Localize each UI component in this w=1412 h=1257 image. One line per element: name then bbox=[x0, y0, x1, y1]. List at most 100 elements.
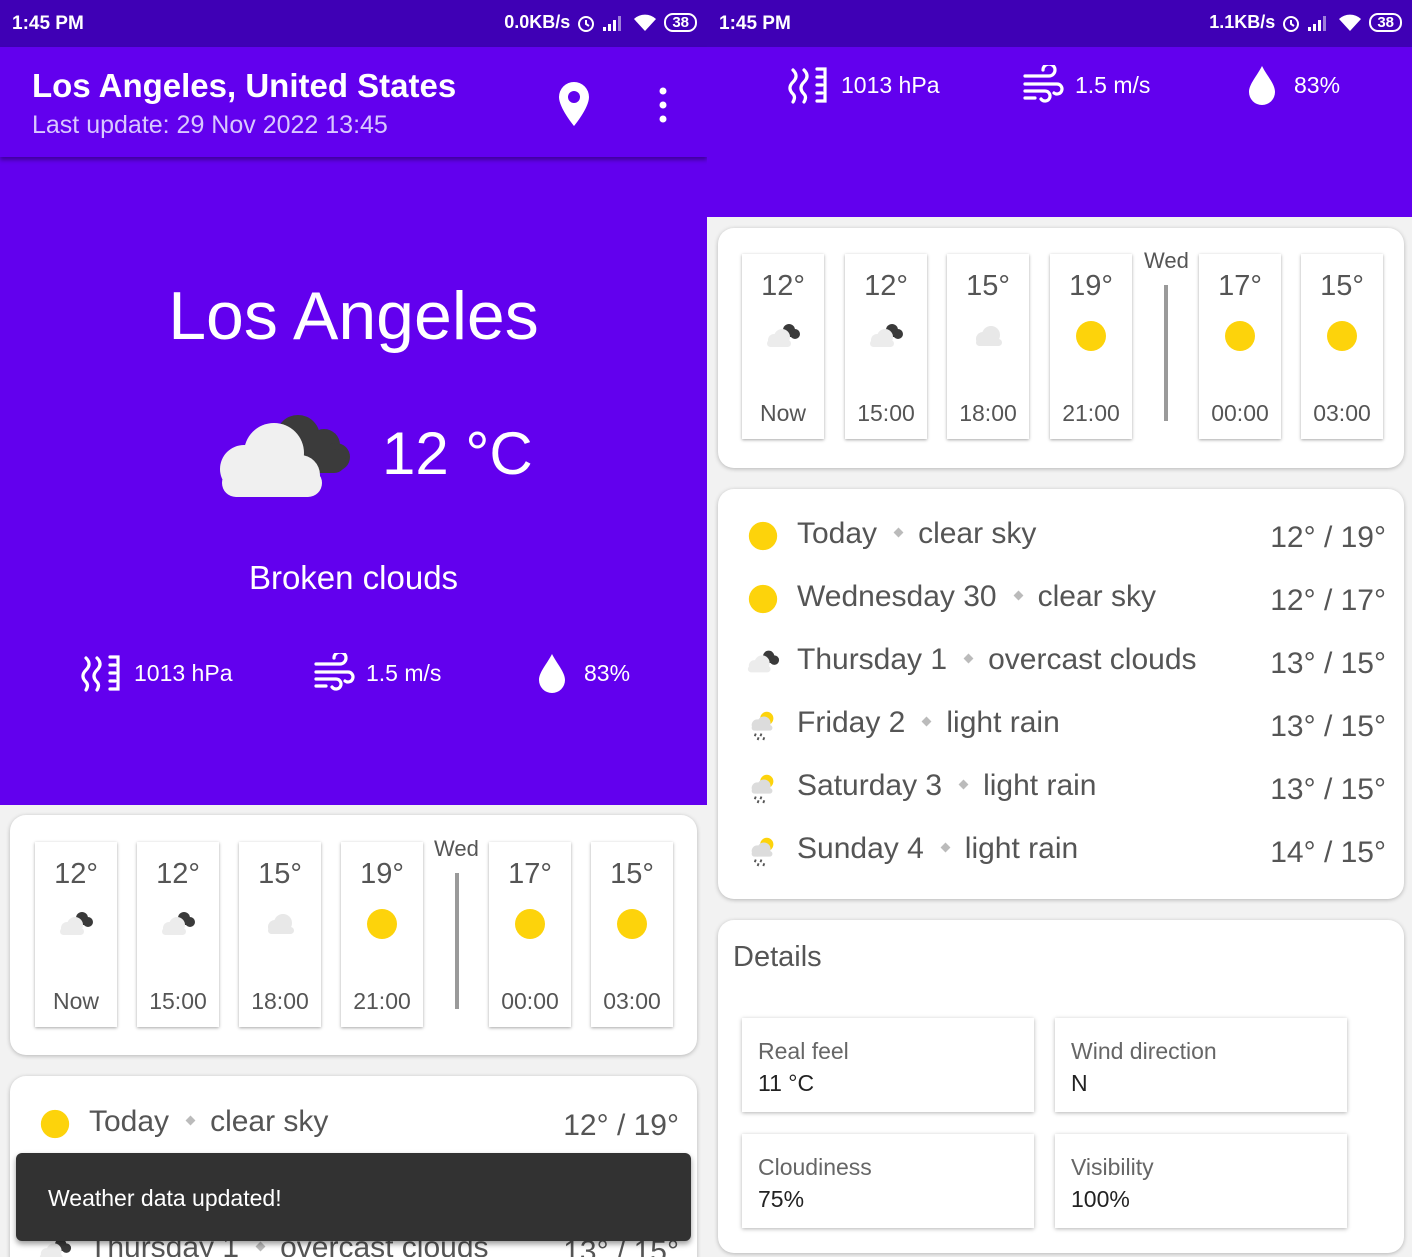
detail-label: Real feel bbox=[758, 1038, 849, 1064]
broken-clouds-icon bbox=[158, 906, 198, 942]
signal-icon bbox=[1308, 15, 1327, 31]
separator-dot bbox=[255, 1241, 266, 1252]
pressure-value: 1013 hPa bbox=[134, 659, 233, 686]
hourly-item[interactable]: 19° 21:00 bbox=[1050, 254, 1132, 439]
cloud-icon bbox=[260, 906, 300, 942]
hourly-temp: 12° bbox=[761, 270, 805, 302]
humidity-drop-icon bbox=[1240, 65, 1284, 105]
temperature-range: 13° / 15° bbox=[1270, 773, 1386, 806]
detail-value: 100% bbox=[1071, 1186, 1130, 1212]
hourly-item[interactable]: 19° 21:00 bbox=[341, 842, 423, 1027]
hourly-time: 15:00 bbox=[149, 988, 207, 1014]
day-description: clear sky bbox=[918, 517, 1037, 550]
hourly-item[interactable]: 17° 00:00 bbox=[1199, 254, 1281, 439]
hourly-temp: 12° bbox=[156, 858, 200, 890]
network-speed: 0.0KB/s bbox=[504, 12, 571, 32]
hourly-item[interactable]: 17° 00:00 bbox=[489, 842, 571, 1027]
hourly-item[interactable]: 12° Now bbox=[35, 842, 117, 1027]
light-rain-icon bbox=[744, 708, 782, 742]
current-temperature: 12 °C bbox=[382, 420, 533, 487]
wind-value: 1.5 m/s bbox=[1075, 71, 1151, 98]
separator-dot bbox=[893, 527, 904, 538]
detail-label: Wind direction bbox=[1071, 1038, 1217, 1064]
separator-dot bbox=[185, 1115, 196, 1126]
daily-row[interactable]: Wednesday 30 clear sky 12° / 17° bbox=[718, 574, 1404, 624]
details-title: Details bbox=[733, 941, 822, 973]
broken-clouds-icon bbox=[220, 415, 350, 497]
daily-forecast-card[interactable]: Today clear sky 12° / 19° Wednesday 30 cle… bbox=[718, 489, 1404, 899]
city-name: Los Angeles bbox=[168, 278, 539, 354]
day-description: light rain bbox=[946, 706, 1060, 739]
humidity-metric: 83% bbox=[1240, 65, 1340, 105]
hourly-temp: 15° bbox=[610, 858, 654, 890]
hourly-item[interactable]: 12° 15:00 bbox=[137, 842, 219, 1027]
app-bar: Los Angeles, United States Last update: … bbox=[0, 47, 707, 157]
hourly-time: 15:00 bbox=[857, 400, 915, 426]
detail-value: 11 °C bbox=[758, 1070, 815, 1096]
detail-wind-direction: Wind direction N bbox=[1055, 1018, 1347, 1112]
day-divider bbox=[455, 873, 459, 1009]
sun-icon bbox=[744, 519, 782, 553]
wifi-icon bbox=[634, 14, 657, 31]
status-time: 1:45 PM bbox=[719, 13, 791, 34]
hourly-time: Now bbox=[759, 400, 806, 426]
sun-icon bbox=[1220, 318, 1260, 354]
day-name: Wednesday 30 bbox=[797, 580, 997, 613]
hourly-temp: 15° bbox=[1320, 270, 1364, 302]
current-weather-panel: Los Angeles 12 °C Broken clouds 1013 hPa… bbox=[0, 157, 707, 805]
detail-real-feel: Real feel 11 °C bbox=[742, 1018, 1034, 1112]
day-name: Friday 2 bbox=[797, 706, 906, 739]
status-time: 1:45 PM bbox=[12, 13, 84, 34]
more-options-icon[interactable] bbox=[650, 85, 676, 125]
alarm-icon bbox=[578, 15, 595, 32]
hourly-item[interactable]: 15° 03:00 bbox=[1301, 254, 1383, 439]
detail-value: N bbox=[1071, 1070, 1088, 1096]
hourly-item[interactable]: 12° 15:00 bbox=[845, 254, 927, 439]
hourly-item[interactable]: 15° 18:00 bbox=[239, 842, 321, 1027]
battery-indicator: 38 bbox=[1369, 13, 1402, 32]
hourly-item[interactable]: 15° 18:00 bbox=[947, 254, 1029, 439]
daily-row[interactable]: Today clear sky 12° / 19° bbox=[10, 1099, 697, 1149]
hourly-time: 18:00 bbox=[251, 988, 309, 1014]
status-bar: 1:45 PM 0.0KB/s 38 bbox=[0, 0, 707, 47]
sun-icon bbox=[1322, 318, 1362, 354]
temperature-range: 12° / 17° bbox=[1270, 584, 1386, 617]
status-bar: 1:45 PM 1.1KB/s 38 bbox=[707, 0, 1412, 47]
separator-dot bbox=[940, 842, 951, 853]
daily-row[interactable]: Today clear sky 12° / 19° bbox=[718, 511, 1404, 561]
pressure-icon bbox=[80, 653, 124, 693]
hourly-item[interactable]: 12° Now bbox=[742, 254, 824, 439]
hourly-time: 21:00 bbox=[353, 988, 411, 1014]
daily-row[interactable]: Friday 2 light rain 13° / 15° bbox=[718, 700, 1404, 750]
daily-row[interactable]: Saturday 3 light rain 13° / 15° bbox=[718, 763, 1404, 813]
broken-clouds-icon bbox=[866, 318, 906, 354]
separator-dot bbox=[921, 716, 932, 727]
last-update: Last update: 29 Nov 2022 13:45 bbox=[32, 111, 388, 139]
hourly-item[interactable]: 15° 03:00 bbox=[591, 842, 673, 1027]
hourly-temp: 15° bbox=[258, 858, 302, 890]
daily-row[interactable]: Sunday 4 light rain 14° / 15° bbox=[718, 826, 1404, 876]
current-metrics-panel: 1013 hPa 1.5 m/s 83% bbox=[707, 47, 1412, 217]
hourly-forecast-card[interactable]: 12° Now 12° 15:00 15° 18:00 19° 21:00 We… bbox=[718, 228, 1404, 468]
day-divider-label: Wed bbox=[1144, 248, 1189, 273]
hourly-temp: 15° bbox=[966, 270, 1010, 302]
battery-indicator: 38 bbox=[664, 13, 697, 32]
hourly-time: 03:00 bbox=[1313, 400, 1371, 426]
day-name: Today bbox=[89, 1105, 170, 1138]
daily-row[interactable]: Thursday 1 overcast clouds 13° / 15° bbox=[718, 637, 1404, 687]
hourly-time: 21:00 bbox=[1062, 400, 1120, 426]
network-speed: 1.1KB/s bbox=[1209, 12, 1276, 32]
hourly-time: 03:00 bbox=[603, 988, 661, 1014]
hourly-time: 18:00 bbox=[959, 400, 1017, 426]
pressure-value: 1013 hPa bbox=[841, 71, 940, 98]
day-description: clear sky bbox=[210, 1105, 329, 1138]
location-pin-icon[interactable] bbox=[556, 80, 592, 128]
hourly-temp: 17° bbox=[1218, 270, 1262, 302]
hourly-forecast-card[interactable]: 12° Now 12° 15:00 15° 18:00 19° 21:00 We… bbox=[10, 815, 697, 1055]
sun-icon bbox=[36, 1107, 74, 1141]
cloud-icon bbox=[968, 318, 1008, 354]
wind-icon bbox=[1021, 65, 1065, 105]
humidity-value: 83% bbox=[584, 659, 631, 686]
broken-clouds-icon bbox=[744, 645, 782, 679]
day-divider bbox=[1164, 285, 1168, 421]
